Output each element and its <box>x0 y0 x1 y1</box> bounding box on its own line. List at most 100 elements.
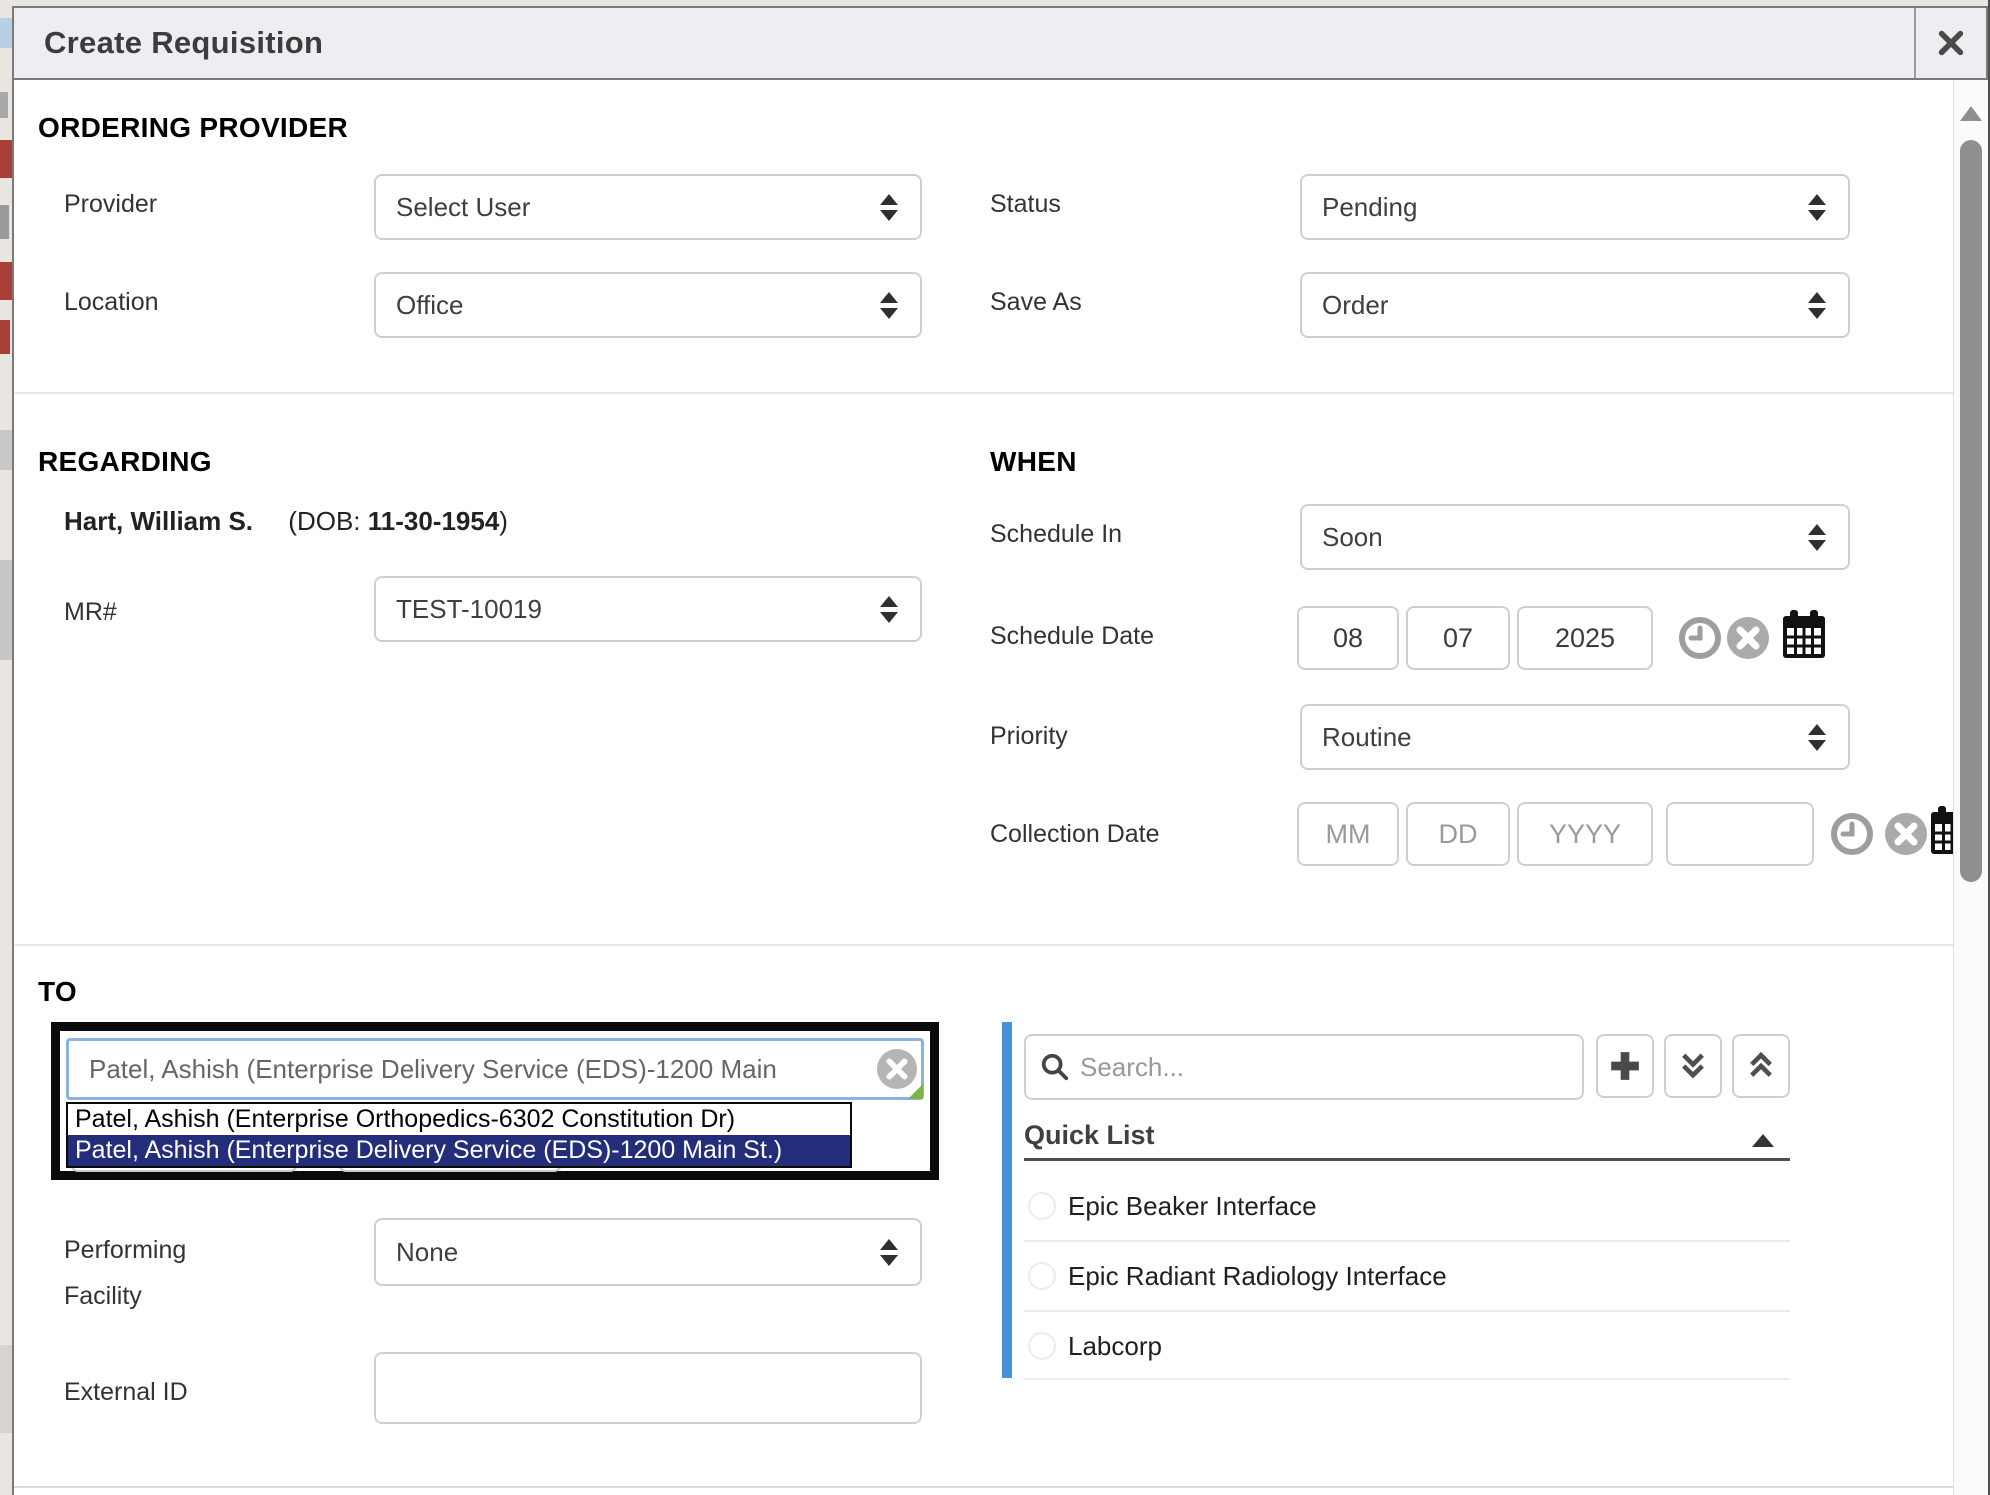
status-select[interactable]: Pending <box>1300 174 1850 240</box>
vertical-scrollbar[interactable] <box>1953 80 1988 1495</box>
quick-list-item-label: Epic Radiant Radiology Interface <box>1068 1261 1447 1292</box>
patient-name: Hart, William S. <box>64 506 253 536</box>
performing-facility-select-value: None <box>396 1237 458 1268</box>
status-select-value: Pending <box>1322 192 1417 223</box>
when-heading: WHEN <box>990 446 1077 478</box>
provider-select[interactable]: Select User <box>374 174 922 240</box>
quick-list-item-label: Labcorp <box>1068 1331 1162 1362</box>
priority-select-value: Routine <box>1322 722 1412 753</box>
list-divider <box>1024 1378 1790 1380</box>
quick-list-item[interactable]: Epic Beaker Interface <box>1024 1178 1790 1234</box>
panel-accent-bar <box>1002 1022 1012 1378</box>
background-page-fragment <box>0 430 12 470</box>
add-recipient-button[interactable] <box>1596 1034 1654 1098</box>
recipient-suggestion-selected[interactable]: Patel, Ashish (Enterprise Delivery Servi… <box>68 1135 850 1166</box>
location-select-value: Office <box>396 290 463 321</box>
collection-time-input[interactable] <box>1666 802 1814 866</box>
provider-label: Provider <box>64 190 157 219</box>
section-divider <box>14 392 1953 394</box>
collapse-all-button[interactable] <box>1732 1034 1790 1098</box>
clock-icon[interactable] <box>1678 616 1722 660</box>
updown-arrows-icon <box>1808 524 1826 551</box>
updown-arrows-icon <box>1808 194 1826 221</box>
ordering-provider-heading: ORDERING PROVIDER <box>38 112 348 144</box>
save-as-select-value: Order <box>1322 290 1388 321</box>
dob-prefix: (DOB: <box>288 506 367 536</box>
collection-day-input[interactable] <box>1406 802 1510 866</box>
scroll-up-icon[interactable] <box>1960 106 1982 121</box>
dob-suffix: ) <box>499 506 508 536</box>
priority-select[interactable]: Routine <box>1300 704 1850 770</box>
double-chevron-up-icon <box>1744 1049 1778 1083</box>
double-chevron-down-icon <box>1676 1049 1710 1083</box>
close-button[interactable] <box>1914 8 1986 78</box>
schedule-date-label: Schedule Date <box>990 622 1154 651</box>
performing-facility-label-line2: Facility <box>64 1282 142 1311</box>
recipient-search-input[interactable] <box>66 1038 924 1100</box>
quick-list-underline <box>1024 1158 1790 1161</box>
recipient-suggestion[interactable]: Patel, Ashish (Enterprise Orthopedics-63… <box>68 1104 850 1135</box>
updown-arrows-icon <box>1808 292 1826 319</box>
radio-icon <box>1028 1332 1056 1360</box>
background-page-fragment <box>0 1345 12 1433</box>
calendar-icon[interactable] <box>1782 610 1826 660</box>
updown-arrows-icon <box>880 194 898 221</box>
schedule-day-input[interactable] <box>1406 606 1510 670</box>
clear-date-icon[interactable] <box>1884 812 1928 856</box>
resize-grip-icon[interactable] <box>908 1084 923 1099</box>
save-as-select[interactable]: Order <box>1300 272 1850 338</box>
mr-select[interactable]: TEST-10019 <box>374 576 922 642</box>
clock-icon[interactable] <box>1830 812 1874 856</box>
page: ORDERING PROVIDER Provider Select User S… <box>0 0 1990 1495</box>
quick-list-heading: Quick List <box>1024 1120 1155 1151</box>
updown-arrows-icon <box>1808 724 1826 751</box>
radio-icon <box>1028 1262 1056 1290</box>
mr-select-value: TEST-10019 <box>396 594 542 625</box>
status-label: Status <box>990 190 1061 219</box>
dialog-title: Create Requisition <box>14 25 323 61</box>
priority-label: Priority <box>990 722 1068 751</box>
plus-icon <box>1606 1047 1644 1085</box>
quick-list-item[interactable]: Labcorp <box>1024 1318 1790 1374</box>
schedule-in-select[interactable]: Soon <box>1300 504 1850 570</box>
collection-year-input[interactable] <box>1517 802 1653 866</box>
background-page-fragment <box>0 560 12 660</box>
recipient-suggestion-list: Patel, Ashish (Enterprise Orthopedics-63… <box>66 1102 852 1168</box>
schedule-in-select-value: Soon <box>1322 522 1383 553</box>
updown-arrows-icon <box>880 1239 898 1266</box>
updown-arrows-icon <box>880 596 898 623</box>
quick-list-item[interactable]: Epic Radiant Radiology Interface <box>1024 1248 1790 1304</box>
location-label: Location <box>64 288 159 317</box>
background-page-fragment <box>0 320 10 354</box>
performing-facility-select[interactable]: None <box>374 1218 922 1286</box>
schedule-year-input[interactable] <box>1517 606 1653 670</box>
collection-month-input[interactable] <box>1297 802 1399 866</box>
collection-date-label: Collection Date <box>990 820 1160 849</box>
radio-icon <box>1028 1192 1056 1220</box>
background-page-fragment <box>0 205 9 239</box>
save-as-label: Save As <box>990 288 1082 317</box>
directory-search-input[interactable] <box>1080 1052 1568 1083</box>
directory-search-box[interactable] <box>1024 1034 1584 1100</box>
quick-list-item-label: Epic Beaker Interface <box>1068 1191 1317 1222</box>
section-divider <box>14 944 1953 946</box>
provider-select-value: Select User <box>396 192 530 223</box>
to-heading: TO <box>38 976 77 1008</box>
external-id-input[interactable] <box>374 1352 922 1424</box>
external-id-label: External ID <box>64 1378 188 1407</box>
updown-arrows-icon <box>880 292 898 319</box>
expand-all-button[interactable] <box>1664 1034 1722 1098</box>
list-divider <box>1024 1240 1790 1242</box>
location-select[interactable]: Office <box>374 272 922 338</box>
patient-summary: Hart, William S. (DOB: 11-30-1954) <box>64 506 508 537</box>
schedule-month-input[interactable] <box>1297 606 1399 670</box>
clear-date-icon[interactable] <box>1726 616 1770 660</box>
background-page-fragment <box>0 262 12 300</box>
scrollbar-thumb[interactable] <box>1960 140 1982 882</box>
collapse-section-icon[interactable] <box>1752 1134 1774 1147</box>
background-page-fragment <box>0 18 12 48</box>
list-divider <box>1024 1310 1790 1312</box>
dob-value: 11-30-1954 <box>368 506 500 536</box>
search-icon <box>1040 1052 1070 1082</box>
dialog-titlebar: Create Requisition <box>12 6 1988 80</box>
